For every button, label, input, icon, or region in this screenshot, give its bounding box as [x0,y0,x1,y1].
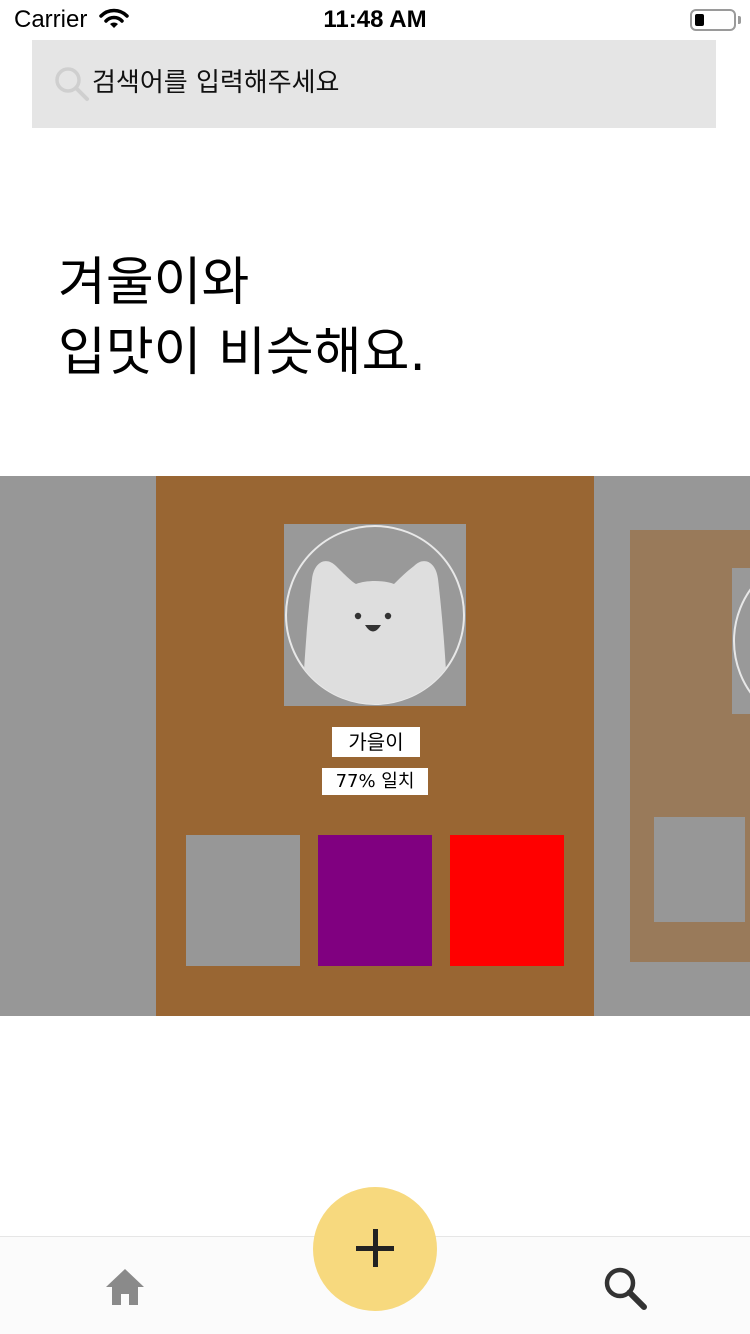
match-percent: 77% 일치 [322,768,428,795]
search-icon[interactable] [602,1265,648,1311]
home-icon[interactable] [104,1267,146,1307]
cat-avatar-icon [285,525,465,705]
add-button[interactable] [313,1187,437,1311]
next-match-card[interactable] [630,530,750,962]
title-line-1: 겨울이와 [58,253,250,313]
clock: 11:48 AM [323,6,427,33]
battery-cap [738,16,741,24]
page-title: 겨울이와 입맛이 비슷해요. [58,248,698,388]
match-card[interactable]: 가을이 77% 일치 [156,476,594,1016]
title-line-2: 입맛이 비슷해요. [58,323,426,383]
next-avatar [732,568,750,714]
match-name: 가을이 [332,727,420,757]
search-icon [55,67,89,101]
battery-level [695,14,704,26]
status-bar: Carrier 11:48 AM [0,0,750,40]
search-bar[interactable]: 검색어를 입력해주세요 [32,40,716,128]
taste-swatch [186,835,300,966]
taste-swatch [450,835,564,966]
next-taste-swatch [654,817,745,922]
battery-icon [690,9,736,31]
taste-swatch [318,835,432,966]
match-carousel[interactable]: 가을이 77% 일치 [0,476,750,1016]
search-input[interactable]: 검색어를 입력해주세요 [92,66,339,100]
cat-avatar-icon [733,588,750,694]
avatar [284,524,466,706]
